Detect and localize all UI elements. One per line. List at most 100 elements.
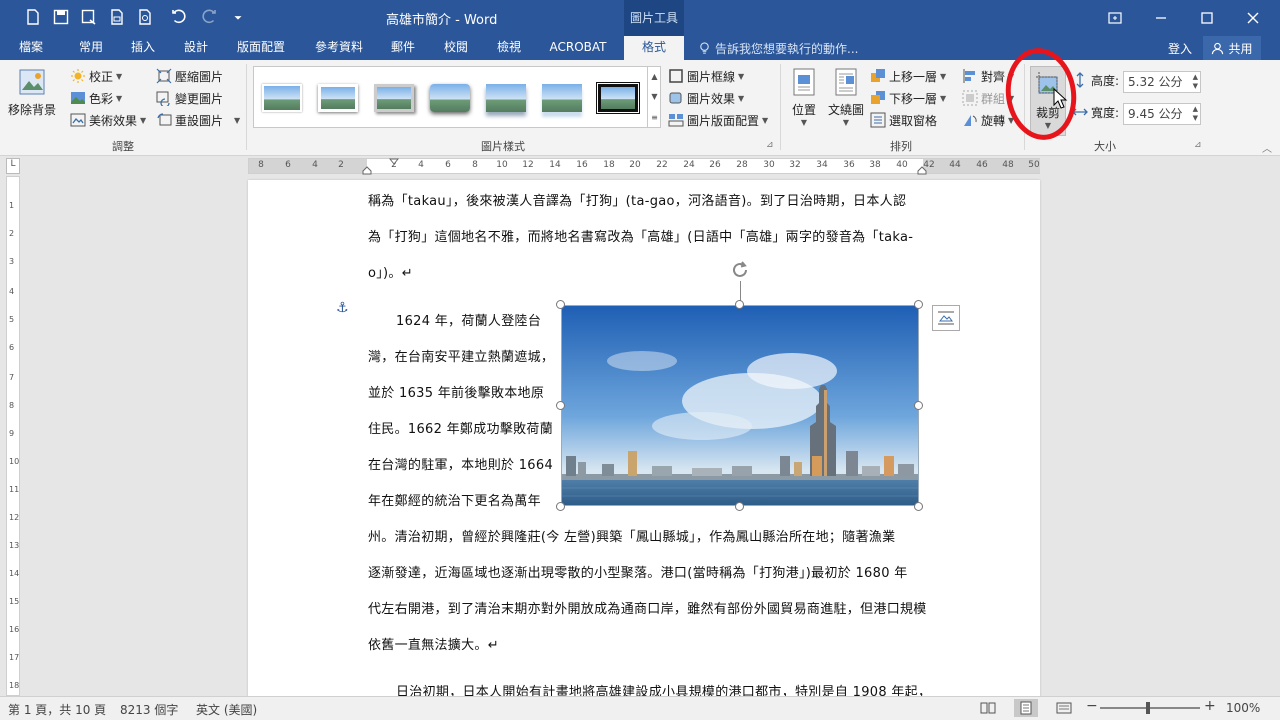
undo-icon[interactable] bbox=[164, 6, 194, 28]
picture-style-4[interactable] bbox=[426, 79, 474, 117]
anchor-icon[interactable]: ⚓ bbox=[336, 300, 349, 316]
color-button[interactable]: 色彩 ▼ bbox=[70, 88, 122, 108]
new-document-icon[interactable] bbox=[22, 6, 44, 28]
collapse-ribbon-icon[interactable]: ︿ bbox=[1262, 140, 1272, 155]
remove-background-button[interactable]: 移除背景 bbox=[6, 66, 58, 118]
maximize-icon[interactable] bbox=[1184, 0, 1230, 36]
zoom-slider-thumb[interactable] bbox=[1146, 702, 1150, 714]
zoom-slider-track[interactable] bbox=[1100, 707, 1200, 709]
tab-insert[interactable]: 插入 bbox=[120, 36, 166, 60]
selected-picture[interactable] bbox=[561, 305, 919, 506]
web-layout-icon[interactable] bbox=[1052, 699, 1076, 717]
tab-review[interactable]: 校閱 bbox=[433, 36, 479, 60]
close-icon[interactable] bbox=[1230, 0, 1276, 36]
send-backward-button[interactable]: 下移一層 ▼ bbox=[870, 88, 946, 108]
sign-in-link[interactable]: 登入 bbox=[1168, 40, 1192, 57]
first-line-indent-marker[interactable] bbox=[389, 158, 399, 174]
rotate-button[interactable]: 旋轉 ▼ bbox=[962, 110, 1014, 130]
paragraph-line: 年在鄭經的統治下更名為萬年 bbox=[368, 494, 541, 509]
vertical-ruler[interactable]: 1 2 3 4 5 6 7 8 9 10 11 12 13 14 15 16 1… bbox=[6, 176, 20, 696]
tab-file[interactable]: 檔案 bbox=[8, 36, 54, 60]
minimize-icon[interactable] bbox=[1138, 0, 1184, 36]
horizontal-ruler[interactable]: 8 6 4 2 2 4 6 8 10 12 14 16 18 20 22 24 … bbox=[248, 158, 1040, 175]
read-mode-icon[interactable] bbox=[976, 699, 1000, 717]
width-label-row: 寬度: bbox=[1072, 102, 1119, 122]
picture-style-1[interactable] bbox=[258, 79, 306, 117]
lightbulb-icon bbox=[700, 42, 709, 54]
ribbon-display-options-icon[interactable] bbox=[1092, 0, 1138, 36]
corrections-button[interactable]: 校正 ▼ bbox=[70, 66, 122, 86]
picture-styles-launcher[interactable]: ⊿ bbox=[766, 140, 774, 150]
zoom-preview-icon[interactable] bbox=[134, 6, 156, 28]
print-preview-icon[interactable] bbox=[106, 6, 128, 28]
picture-border-button[interactable]: 圖片框線 ▼ bbox=[668, 66, 744, 86]
resize-handle-right[interactable] bbox=[914, 401, 923, 410]
resize-handle-top-right[interactable] bbox=[914, 300, 923, 309]
picture-style-3[interactable] bbox=[370, 79, 418, 117]
resize-handle-top[interactable] bbox=[735, 300, 744, 309]
page-count[interactable]: 第 1 頁，共 10 頁 bbox=[8, 701, 106, 718]
layout-options-button[interactable] bbox=[932, 305, 960, 331]
language-indicator[interactable]: 英文 (美國) bbox=[196, 701, 257, 718]
resize-handle-bottom[interactable] bbox=[735, 502, 744, 511]
picture-styles-gallery[interactable] bbox=[253, 66, 661, 128]
picture-layout-button[interactable]: 圖片版面配置 ▼ bbox=[668, 110, 768, 130]
hanging-indent-marker[interactable] bbox=[362, 166, 372, 175]
bring-forward-button[interactable]: 上移一層 ▼ bbox=[870, 66, 946, 86]
right-indent-marker[interactable] bbox=[917, 166, 927, 175]
resize-handle-bottom-left[interactable] bbox=[556, 502, 565, 511]
resize-handle-bottom-right[interactable] bbox=[914, 502, 923, 511]
picture-style-5[interactable] bbox=[482, 79, 530, 117]
save-icon[interactable] bbox=[50, 6, 72, 28]
zoom-out-icon[interactable]: − bbox=[1086, 698, 1098, 714]
width-spinner[interactable]: ▲ ▼ bbox=[1193, 105, 1198, 123]
tab-home[interactable]: 常用 bbox=[68, 36, 114, 60]
tab-references[interactable]: 參考資料 bbox=[306, 36, 372, 60]
wrap-text-button[interactable]: 文繞圖 ▼ bbox=[826, 66, 866, 127]
gallery-scroll[interactable]: ▲ ▼ ≡ bbox=[647, 66, 661, 128]
share-button[interactable]: 共用 bbox=[1203, 36, 1261, 60]
tab-design[interactable]: 設計 bbox=[173, 36, 219, 60]
height-spinner[interactable]: ▲ ▼ bbox=[1193, 73, 1198, 91]
word-count[interactable]: 8213 個字 bbox=[120, 701, 178, 718]
tab-acrobat[interactable]: ACROBAT bbox=[540, 36, 616, 60]
ruler-number: 8 bbox=[472, 160, 478, 170]
picture-style-6[interactable] bbox=[538, 79, 586, 117]
width-field[interactable]: 9.45 公分 ▲ ▼ bbox=[1123, 103, 1201, 125]
change-picture-button[interactable]: 變更圖片 bbox=[156, 88, 223, 108]
rotate-handle-icon[interactable] bbox=[729, 259, 751, 281]
picture-style-7[interactable] bbox=[594, 79, 642, 117]
customize-qat-icon[interactable] bbox=[230, 6, 246, 28]
artistic-effects-button[interactable]: 美術效果 ▼ bbox=[70, 110, 146, 130]
tab-view[interactable]: 檢視 bbox=[486, 36, 532, 60]
tab-mailings[interactable]: 郵件 bbox=[380, 36, 426, 60]
tab-layout[interactable]: 版面配置 bbox=[228, 36, 294, 60]
ruler-number: 18 bbox=[603, 160, 615, 170]
tab-selector[interactable]: L bbox=[6, 158, 20, 174]
save-as-icon[interactable] bbox=[78, 6, 100, 28]
send-backward-icon bbox=[871, 91, 885, 104]
compress-pictures-button[interactable]: 壓縮圖片 bbox=[156, 66, 223, 86]
zoom-in-icon[interactable]: + bbox=[1204, 698, 1216, 714]
ruler-number: 6 bbox=[285, 160, 291, 170]
print-layout-icon[interactable] bbox=[1014, 699, 1038, 717]
height-label-row: 高度: bbox=[1072, 70, 1119, 90]
corrections-label: 校正 bbox=[89, 69, 114, 84]
compress-icon bbox=[156, 68, 172, 84]
selection-pane-button[interactable]: 選取窗格 bbox=[870, 110, 937, 130]
size-launcher[interactable]: ⊿ bbox=[1194, 140, 1202, 150]
height-field[interactable]: 5.32 公分 ▲ ▼ bbox=[1123, 71, 1201, 93]
picture-style-2[interactable] bbox=[314, 79, 362, 117]
zoom-level[interactable]: 100% bbox=[1226, 701, 1260, 715]
picture-effects-button[interactable]: 圖片效果 ▼ bbox=[668, 88, 744, 108]
resize-handle-left[interactable] bbox=[556, 401, 565, 410]
redo-icon[interactable] bbox=[198, 6, 220, 28]
reset-picture-button[interactable]: 重設圖片 ▼ bbox=[156, 110, 240, 130]
ruler-number: 4 bbox=[312, 160, 318, 170]
tab-format[interactable]: 格式 bbox=[624, 36, 684, 60]
position-label: 位置 bbox=[791, 103, 816, 117]
resize-handle-top-left[interactable] bbox=[556, 300, 565, 309]
group-divider bbox=[246, 64, 247, 150]
tell-me-box[interactable]: 告訴我您想要執行的動作... bbox=[698, 40, 858, 57]
position-button[interactable]: 位置 ▼ bbox=[786, 66, 822, 127]
